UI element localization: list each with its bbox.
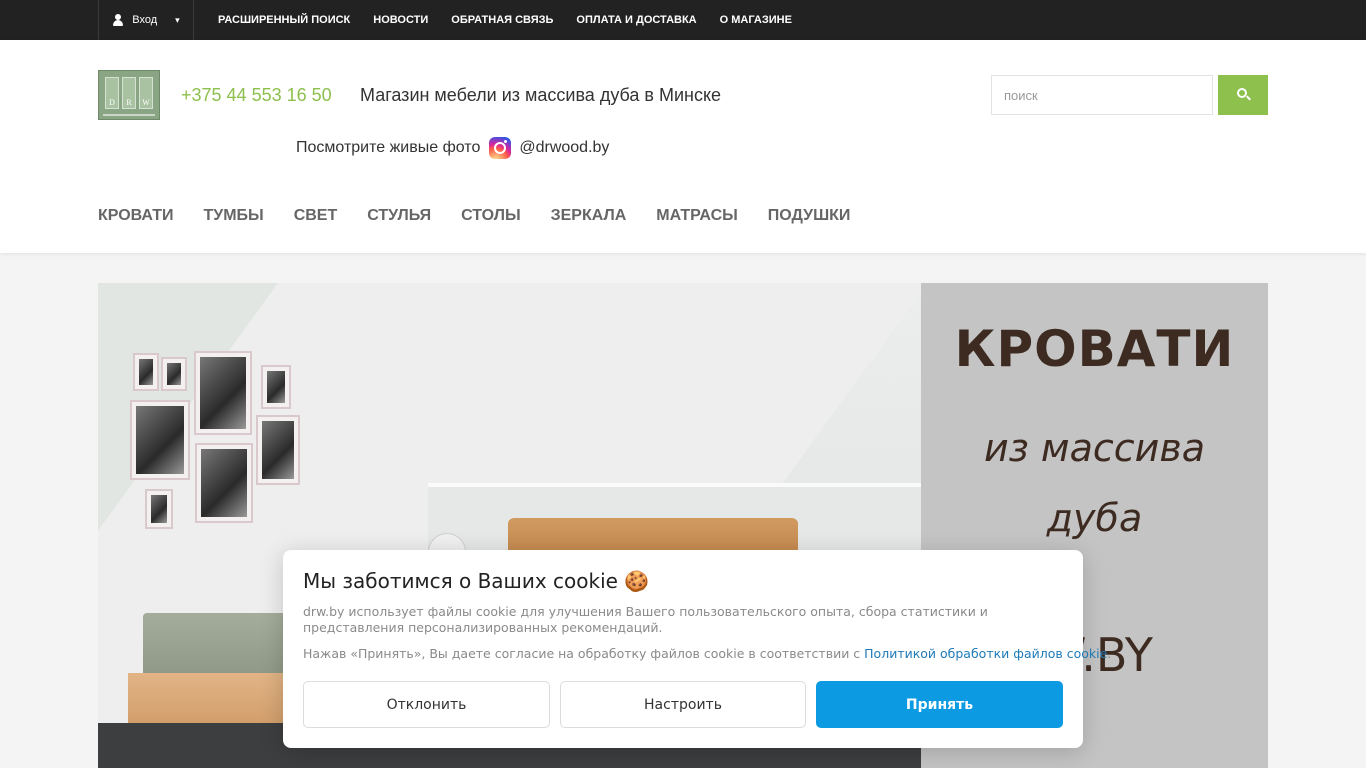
cookie-decline-button[interactable]: Отклонить [303,681,550,728]
site-header: D R W +375 44 553 16 50 Магазин мебели и… [0,40,1366,253]
top-bar: Вход ▾ РАСШИРЕННЫЙ ПОИСК НОВОСТИ ОБРАТНА… [0,0,1366,40]
category-mirrors[interactable]: ЗЕРКАЛА [551,207,627,225]
category-nightstands[interactable]: ТУМБЫ [203,207,263,225]
category-mattresses[interactable]: МАТРАСЫ [656,207,738,225]
search-button[interactable] [1218,75,1268,115]
wall-photo-frame [133,353,159,391]
cookie-configure-button[interactable]: Настроить [560,681,806,728]
banner-subtitle-line2: дуба [1046,496,1143,540]
logo-letter-d: D [105,77,119,109]
banner-title: КРОВАТИ [954,320,1235,378]
logo-underline [103,114,155,116]
cookie-consent-suffix: . [1107,646,1112,661]
wall-photo-frame [161,357,187,391]
instagram-handle-link[interactable]: @drwood.by [519,139,609,157]
instagram-icon[interactable] [489,137,512,159]
wall-photo-frame [256,415,300,485]
wall-photo-frame [145,489,173,529]
user-icon [112,14,124,26]
category-lighting[interactable]: СВЕТ [294,207,338,225]
category-beds[interactable]: КРОВАТИ [98,207,173,225]
wall-photo-frame [195,443,253,523]
instagram-line: Посмотрите живые фото @drwood.by [296,137,609,159]
chevron-down-icon: ▾ [175,14,180,25]
cookie-accept-button[interactable]: Принять [816,681,1063,728]
category-nav: КРОВАТИ ТУМБЫ СВЕТ СТУЛЬЯ СТОЛЫ ЗЕРКАЛА … [98,207,880,225]
cookie-title: Мы заботимся о Ваших cookie 🍪 [303,569,650,593]
instagram-prompt: Посмотрите живые фото [296,139,481,156]
site-logo[interactable]: D R W [98,70,160,120]
cookie-policy-link[interactable]: Политикой обработки файлов cookie [864,646,1107,661]
search-input[interactable] [991,75,1213,115]
store-tagline: Магазин мебели из массива дуба в Минске [360,85,722,105]
phone-link[interactable]: +375 44 553 16 50 [181,85,332,106]
wall-photo-frame [261,365,291,409]
top-nav-advanced-search[interactable]: РАСШИРЕННЫЙ ПОИСК [218,14,350,26]
category-chairs[interactable]: СТУЛЬЯ [367,207,431,225]
login-dropdown[interactable]: Вход ▾ [98,0,194,40]
top-nav: РАСШИРЕННЫЙ ПОИСК НОВОСТИ ОБРАТНАЯ СВЯЗЬ… [218,14,815,26]
login-label: Вход [132,14,158,26]
cookie-description: drw.by использует файлы cookie для улучш… [303,604,988,635]
top-nav-payment-delivery[interactable]: ОПЛАТА И ДОСТАВКА [576,14,696,26]
cookie-consent-text: Нажав «Принять», Вы даете согласие на об… [303,646,1111,661]
logo-letter-r: R [122,77,136,109]
category-pillows[interactable]: ПОДУШКИ [768,207,851,225]
category-tables[interactable]: СТОЛЫ [461,207,520,225]
top-bar-content: Вход ▾ РАСШИРЕННЫЙ ПОИСК НОВОСТИ ОБРАТНА… [98,0,815,40]
cookie-consent-prefix: Нажав «Принять», Вы даете согласие на об… [303,646,861,661]
top-nav-about[interactable]: О МАГАЗИНЕ [720,14,792,26]
top-nav-news[interactable]: НОВОСТИ [373,14,428,26]
top-nav-feedback[interactable]: ОБРАТНАЯ СВЯЗЬ [451,14,553,26]
wall-photo-frame [194,351,252,435]
wall-photo-frame [130,400,190,480]
banner-subtitle-line1: из массива [983,426,1206,470]
cookie-consent-dialog: Мы заботимся о Ваших cookie 🍪 drw.by исп… [283,550,1111,748]
logo-letter-w: W [139,77,153,109]
